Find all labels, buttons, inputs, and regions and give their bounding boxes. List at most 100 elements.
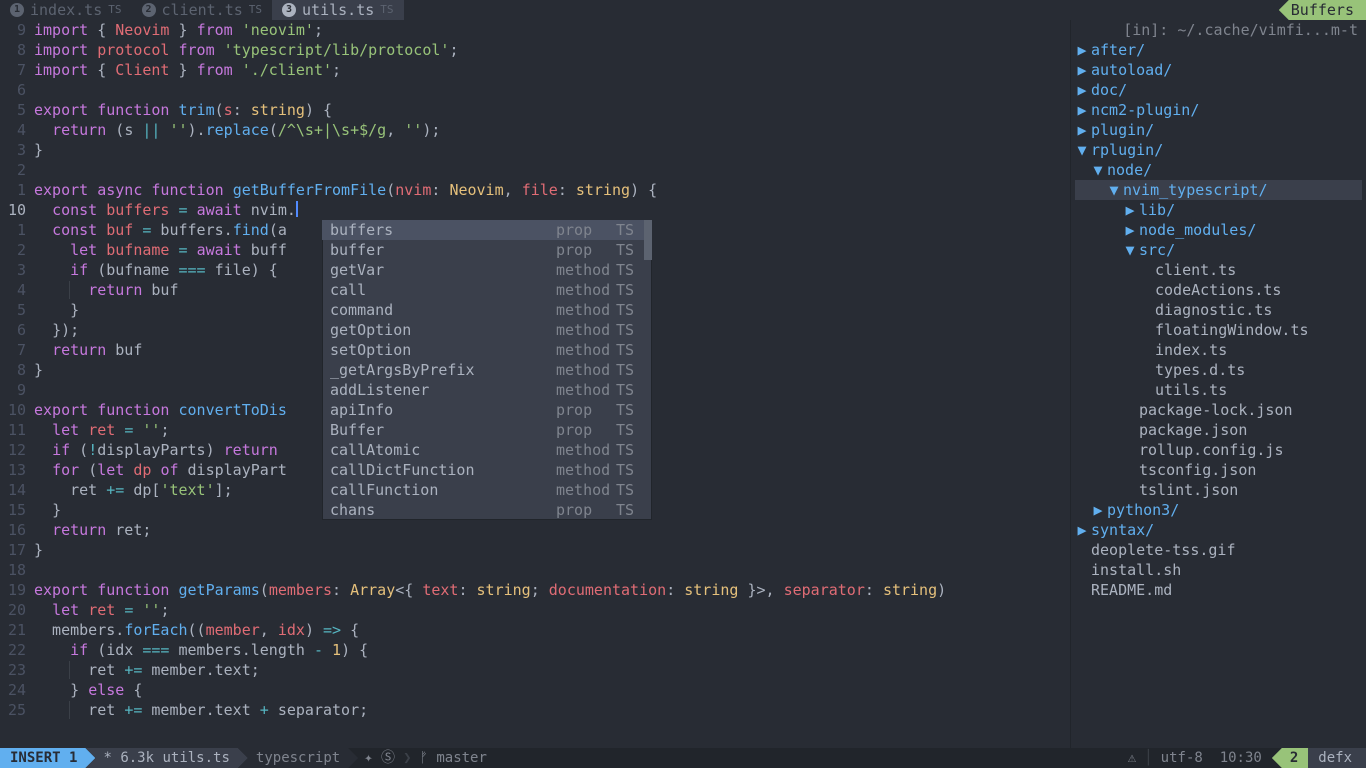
tree-file[interactable]: client.ts: [1075, 260, 1362, 280]
completion-item[interactable]: _getArgsByPrefixmethodTS: [322, 360, 652, 380]
tree-dir[interactable]: ▶doc/: [1075, 80, 1362, 100]
code-line[interactable]: export function trim(s: string) {: [34, 100, 1070, 120]
tree-file[interactable]: rollup.config.js: [1075, 440, 1362, 460]
code-line[interactable]: if (idx === members.length - 1) {: [34, 640, 1070, 660]
completion-item[interactable]: bufferpropTS: [322, 240, 652, 260]
status-right-name: defx: [1308, 748, 1366, 768]
tree-file[interactable]: README.md: [1075, 580, 1362, 600]
tree-file[interactable]: floatingWindow.ts: [1075, 320, 1362, 340]
tree-spacer: [1141, 340, 1151, 360]
code-line[interactable]: return ret;: [34, 520, 1070, 540]
tree-dir[interactable]: ▼nvim_typescript/: [1075, 180, 1362, 200]
tree-file[interactable]: install.sh: [1075, 560, 1362, 580]
completion-name: _getArgsByPrefix: [330, 360, 556, 380]
tree-dir[interactable]: ▼rplugin/: [1075, 140, 1362, 160]
tree-dir[interactable]: ▼node/: [1075, 160, 1362, 180]
tree-dir[interactable]: ▶node_modules/: [1075, 220, 1362, 240]
tree-file[interactable]: package-lock.json: [1075, 400, 1362, 420]
completion-kind: method: [556, 280, 616, 300]
tree-dir[interactable]: ▶ncm2-plugin/: [1075, 100, 1362, 120]
tab-client-ts[interactable]: 2client.tsTS: [132, 0, 273, 20]
completion-kind: method: [556, 340, 616, 360]
tree-spacer: [1141, 360, 1151, 380]
completion-item[interactable]: BufferpropTS: [322, 420, 652, 440]
completion-item[interactable]: apiInfopropTS: [322, 400, 652, 420]
tree-entry-name: package.json: [1139, 420, 1247, 440]
code-line[interactable]: const buffers = await nvim.: [34, 200, 1070, 220]
tree-entry-name: deoplete-tss.gif: [1091, 540, 1236, 560]
tree-file[interactable]: codeActions.ts: [1075, 280, 1362, 300]
code-line[interactable]: ret += member.text + separator;: [34, 700, 1070, 720]
tree-file[interactable]: utils.ts: [1075, 380, 1362, 400]
code-line[interactable]: [34, 160, 1070, 180]
completion-item[interactable]: commandmethodTS: [322, 300, 652, 320]
tree-file[interactable]: tslint.json: [1075, 480, 1362, 500]
buffers-label[interactable]: Buffers: [1279, 0, 1366, 20]
tree-entry-name: plugin/: [1091, 120, 1154, 140]
tree-entry-name: index.ts: [1155, 340, 1227, 360]
tree-spacer: [1141, 320, 1151, 340]
completion-name: chans: [330, 500, 556, 520]
completion-name: setOption: [330, 340, 556, 360]
completion-item[interactable]: callAtomicmethodTS: [322, 440, 652, 460]
tab-utils-ts[interactable]: 3utils.tsTS: [272, 0, 404, 20]
completion-item[interactable]: callmethodTS: [322, 280, 652, 300]
tree-dir[interactable]: ▶lib/: [1075, 200, 1362, 220]
code-line[interactable]: [34, 80, 1070, 100]
tree-dir[interactable]: ▶syntax/: [1075, 520, 1362, 540]
tab-bar: 1index.tsTS2client.tsTS3utils.tsTS Buffe…: [0, 0, 1366, 20]
code-line[interactable]: import { Neovim } from 'neovim';: [34, 20, 1070, 40]
chevron-right-icon: ▶: [1093, 500, 1103, 520]
code-line[interactable]: import { Client } from './client';: [34, 60, 1070, 80]
file-tree[interactable]: [in]: ~/.cache/vimfi...m-t ▶after/▶autol…: [1070, 20, 1366, 748]
tree-dir[interactable]: ▶python3/: [1075, 500, 1362, 520]
status-git: ✦ Ⓢ ❯ ᚠ master: [358, 748, 497, 768]
completion-item[interactable]: callDictFunctionmethodTS: [322, 460, 652, 480]
tree-dir[interactable]: ▶after/: [1075, 40, 1362, 60]
code-line[interactable]: ret += member.text;: [34, 660, 1070, 680]
tree-spacer: [1077, 560, 1087, 580]
status-right: ⚠ │ utf-8 10:30: [1118, 748, 1272, 768]
tree-file[interactable]: types.d.ts: [1075, 360, 1362, 380]
code-line[interactable]: export function getParams(members: Array…: [34, 580, 1070, 600]
popup-scrollbar[interactable]: [644, 220, 652, 260]
code-line[interactable]: let ret = '';: [34, 600, 1070, 620]
code-line[interactable]: return (s || '').replace(/^\s+|\s+$/g, '…: [34, 120, 1070, 140]
tree-dir[interactable]: ▶autoload/: [1075, 60, 1362, 80]
completion-source: TS: [616, 460, 644, 480]
tree-file[interactable]: package.json: [1075, 420, 1362, 440]
editor-pane[interactable]: 9876543211012345678910111213141516171819…: [0, 20, 1070, 748]
completion-item[interactable]: getOptionmethodTS: [322, 320, 652, 340]
completion-item[interactable]: setOptionmethodTS: [322, 340, 652, 360]
tree-entry-name: node/: [1107, 160, 1152, 180]
tree-spacer: [1125, 440, 1135, 460]
code-line[interactable]: [34, 560, 1070, 580]
completion-popup[interactable]: bufferspropTSbufferpropTSgetVarmethodTSc…: [322, 220, 652, 520]
git-status-icon: ✦ Ⓢ: [364, 748, 395, 768]
tree-entry-name: floatingWindow.ts: [1155, 320, 1309, 340]
completion-item[interactable]: callFunctionmethodTS: [322, 480, 652, 500]
tree-dir[interactable]: ▼src/: [1075, 240, 1362, 260]
tab-index-ts[interactable]: 1index.tsTS: [0, 0, 132, 20]
tree-file[interactable]: index.ts: [1075, 340, 1362, 360]
status-right-winnr: 2: [1272, 748, 1308, 768]
code-line[interactable]: import protocol from 'typescript/lib/pro…: [34, 40, 1070, 60]
tree-file[interactable]: tsconfig.json: [1075, 460, 1362, 480]
code-line[interactable]: members.forEach((member, idx) => {: [34, 620, 1070, 640]
chevron-right-icon: ▶: [1077, 100, 1087, 120]
completion-kind: prop: [556, 240, 616, 260]
completion-name: Buffer: [330, 420, 556, 440]
code-line[interactable]: export async function getBufferFromFile(…: [34, 180, 1070, 200]
code-line[interactable]: }: [34, 540, 1070, 560]
tree-file[interactable]: deoplete-tss.gif: [1075, 540, 1362, 560]
code-line[interactable]: } else {: [34, 680, 1070, 700]
completion-kind: method: [556, 360, 616, 380]
code-line[interactable]: }: [34, 140, 1070, 160]
completion-kind: method: [556, 320, 616, 340]
completion-item[interactable]: bufferspropTS: [322, 220, 652, 240]
completion-item[interactable]: chanspropTS: [322, 500, 652, 520]
completion-item[interactable]: addListenermethodTS: [322, 380, 652, 400]
completion-item[interactable]: getVarmethodTS: [322, 260, 652, 280]
tree-file[interactable]: diagnostic.ts: [1075, 300, 1362, 320]
tree-dir[interactable]: ▶plugin/: [1075, 120, 1362, 140]
